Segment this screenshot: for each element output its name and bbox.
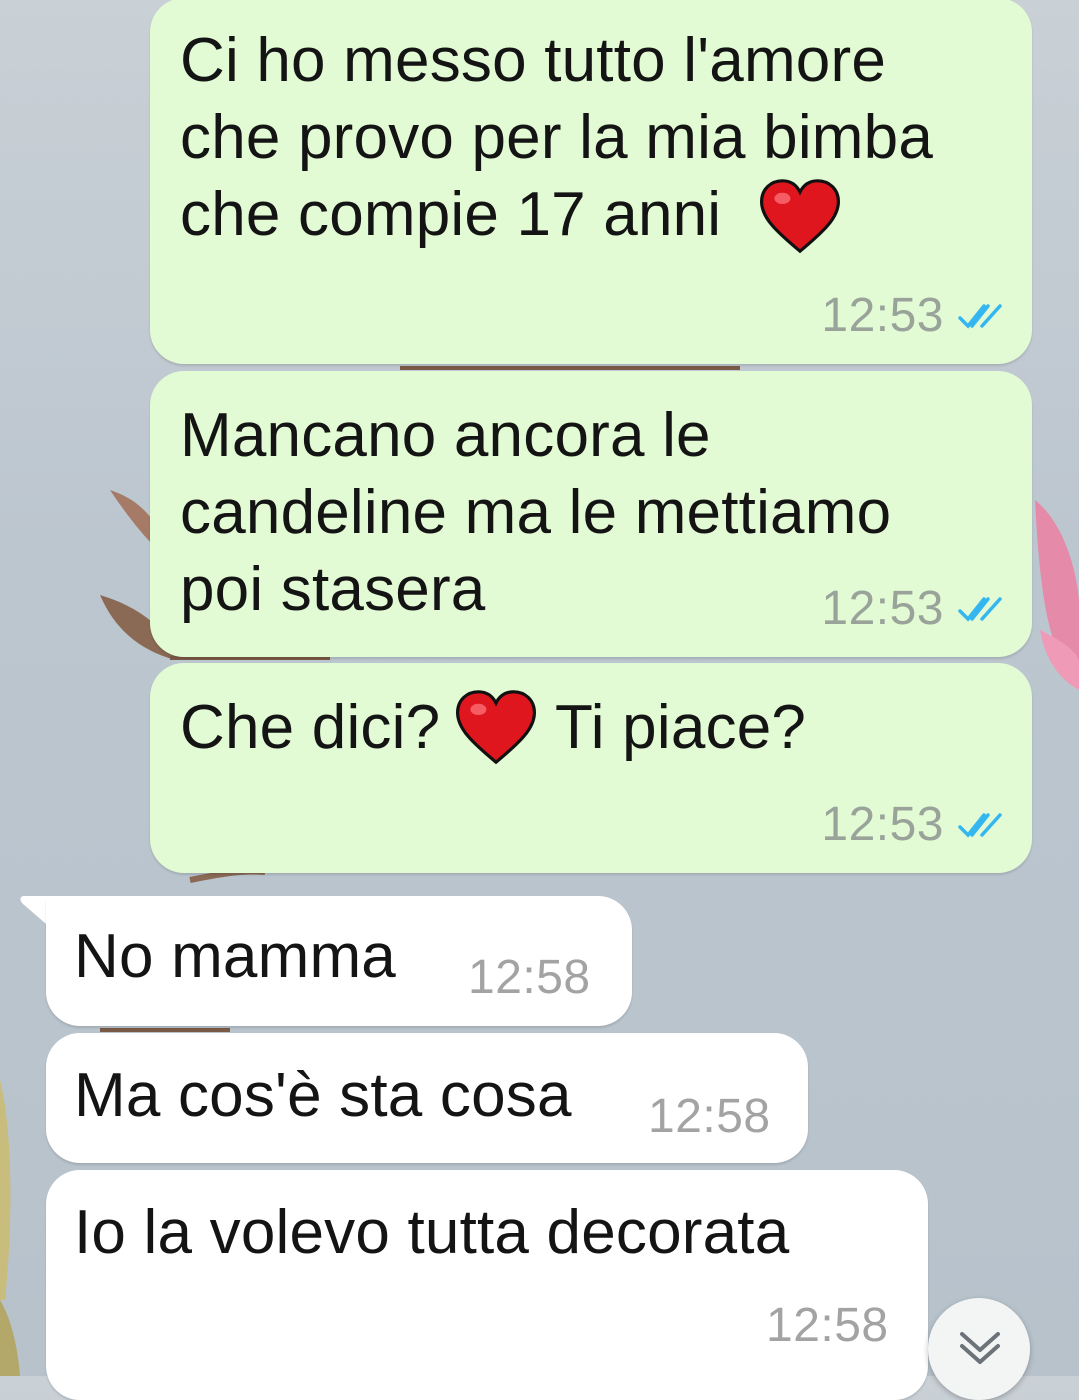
- message-text: Io la volevo tutta decorata: [74, 1198, 790, 1267]
- read-double-check-icon: [958, 303, 1002, 329]
- message-time: 12:53: [821, 289, 944, 342]
- message-text: Che dici?: [180, 693, 441, 762]
- scroll-to-bottom-button[interactable]: [928, 1298, 1030, 1400]
- outgoing-message[interactable]: Ci ho messo tutto l'amore che provo per …: [150, 0, 1032, 364]
- message-line: candeline ma le mettiamo: [180, 478, 892, 547]
- incoming-message[interactable]: No mamma 12:58: [46, 896, 632, 1026]
- outgoing-message[interactable]: Mancano ancora le candeline ma le mettia…: [150, 371, 1032, 657]
- message-line: Ci ho messo tutto l'amore: [180, 26, 887, 95]
- read-double-check-icon: [958, 812, 1002, 838]
- message-time: 12:53: [821, 582, 944, 635]
- message-text: No mamma: [74, 922, 396, 991]
- red-heart-icon: [760, 179, 840, 254]
- read-double-check-icon: [958, 596, 1002, 622]
- message-line: che provo per la mia bimba: [180, 103, 934, 172]
- red-heart-icon: [456, 690, 536, 765]
- message-time: 12:58: [766, 1299, 889, 1352]
- outgoing-message[interactable]: Che dici? Ti piace? 12:53: [150, 663, 1032, 873]
- incoming-message[interactable]: Io la volevo tutta decorata 12:58: [46, 1170, 928, 1400]
- message-line: Mancano ancora le: [180, 401, 711, 470]
- message-text: Ti piace?: [555, 693, 807, 762]
- message-time: 12:58: [468, 951, 591, 1004]
- incoming-message[interactable]: Ma cos'è sta cosa 12:58: [46, 1033, 808, 1163]
- message-line: che compie 17 anni: [180, 180, 722, 249]
- message-time: 12:58: [648, 1090, 771, 1143]
- message-line: poi stasera: [180, 555, 486, 624]
- double-chevron-down-icon: [960, 1332, 1000, 1364]
- message-text: Ma cos'è sta cosa: [74, 1061, 572, 1130]
- message-time: 12:53: [821, 798, 944, 851]
